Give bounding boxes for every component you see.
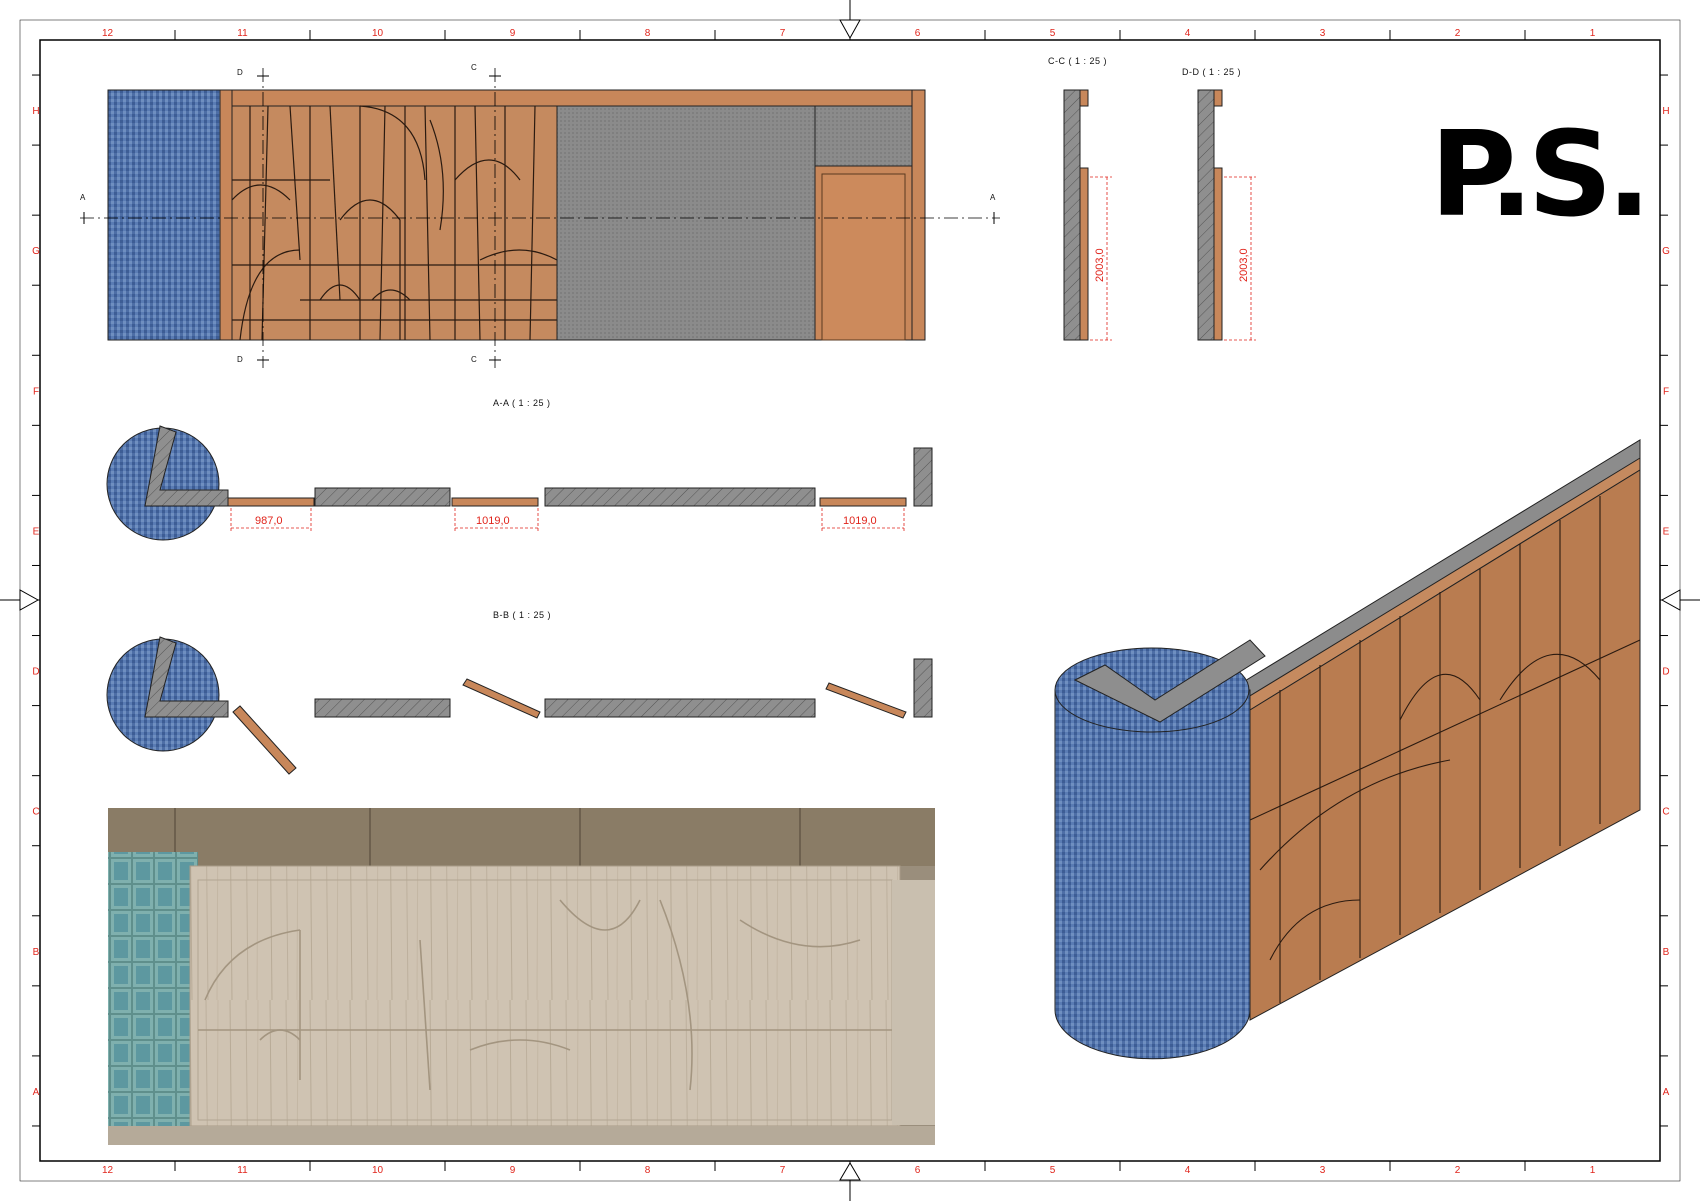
marker-d-top: D bbox=[237, 68, 243, 77]
section-cc: 2003,0 bbox=[1063, 89, 1112, 341]
grid-column-label: 10 bbox=[372, 28, 384, 39]
logo-text: P.S. bbox=[1430, 105, 1645, 243]
grid-column-label: 6 bbox=[915, 1165, 921, 1176]
wood-top-trim bbox=[219, 89, 926, 107]
grid-column-label: 2 bbox=[1455, 28, 1461, 39]
mosaic-column bbox=[107, 89, 221, 341]
grid-column-label: 11 bbox=[237, 1165, 248, 1176]
grid-row-label: D bbox=[1662, 667, 1669, 678]
marker-c-top: C bbox=[471, 63, 477, 72]
marker-c-bottom: C bbox=[471, 355, 477, 364]
section-bb bbox=[106, 636, 933, 775]
grid-column-label: 4 bbox=[1185, 28, 1191, 39]
grey-panel-center bbox=[556, 105, 816, 341]
grid-row-label: B bbox=[1663, 947, 1670, 958]
grid-column-label: 2 bbox=[1455, 1165, 1461, 1176]
grid-row-label: D bbox=[32, 667, 39, 678]
cc-height-dim: 2003,0 bbox=[1094, 248, 1106, 282]
grid-column-label: 4 bbox=[1185, 1165, 1191, 1176]
aa-dim-1: 987,0 bbox=[255, 515, 283, 527]
grid-column-label: 7 bbox=[780, 28, 786, 39]
grid-column-label: 3 bbox=[1320, 28, 1326, 39]
grid-column-label: 9 bbox=[510, 28, 516, 39]
grid-row-label: E bbox=[33, 526, 40, 537]
aa-dim-3: 1019,0 bbox=[843, 515, 877, 527]
carved-panel bbox=[231, 105, 558, 341]
grid-column-label: 1 bbox=[1590, 1165, 1596, 1176]
section-aa: 987,0 1019,0 1019,0 bbox=[106, 425, 933, 541]
grid-row-label: B bbox=[33, 947, 40, 958]
section-cc-title: C-C ( 1 : 25 ) bbox=[1048, 56, 1107, 66]
grid-column-label: 8 bbox=[645, 1165, 651, 1176]
grid-column-label: 5 bbox=[1050, 1165, 1056, 1176]
marker-a-right: A bbox=[990, 193, 996, 202]
grid-row-label: C bbox=[1662, 807, 1669, 818]
grid-row-label: H bbox=[32, 106, 39, 117]
grid-row-label: E bbox=[1663, 526, 1670, 537]
grid-column-label: 5 bbox=[1050, 28, 1056, 39]
grid-row-label: A bbox=[1663, 1087, 1670, 1098]
grid-column-label: 3 bbox=[1320, 1165, 1326, 1176]
grid-column-label: 8 bbox=[645, 28, 651, 39]
marker-d-bottom: D bbox=[237, 355, 243, 364]
marker-a-left: A bbox=[80, 193, 86, 202]
grid-row-label: H bbox=[1662, 106, 1669, 117]
grid-row-label: F bbox=[1663, 386, 1669, 397]
grid-row-label: G bbox=[1662, 246, 1670, 257]
grid-row-label: A bbox=[33, 1087, 40, 1098]
grid-column-label: 12 bbox=[102, 28, 114, 39]
grid-column-label: 1 bbox=[1590, 28, 1596, 39]
section-bb-title: B-B ( 1 : 25 ) bbox=[493, 610, 551, 620]
isometric-view bbox=[1054, 439, 1641, 1060]
grid-row-label: F bbox=[33, 386, 39, 397]
section-aa-title: A-A ( 1 : 25 ) bbox=[493, 398, 551, 408]
grid-column-label: 11 bbox=[237, 28, 248, 39]
grid-column-label: 7 bbox=[780, 1165, 786, 1176]
dd-height-dim: 2003,0 bbox=[1238, 248, 1250, 282]
section-dd: 2003,0 bbox=[1197, 89, 1256, 341]
section-dd-title: D-D ( 1 : 25 ) bbox=[1182, 67, 1241, 77]
grid-column-label: 9 bbox=[510, 1165, 516, 1176]
front-elevation: A A D D C C bbox=[80, 63, 1000, 368]
grid-column-label: 10 bbox=[372, 1165, 384, 1176]
grid-column-label: 6 bbox=[915, 28, 921, 39]
grid-row-label: G bbox=[32, 246, 40, 257]
aa-dim-2: 1019,0 bbox=[476, 515, 510, 527]
grid-row-label: C bbox=[32, 807, 39, 818]
grid-column-label: 12 bbox=[102, 1165, 114, 1176]
interior-render bbox=[108, 808, 935, 1145]
